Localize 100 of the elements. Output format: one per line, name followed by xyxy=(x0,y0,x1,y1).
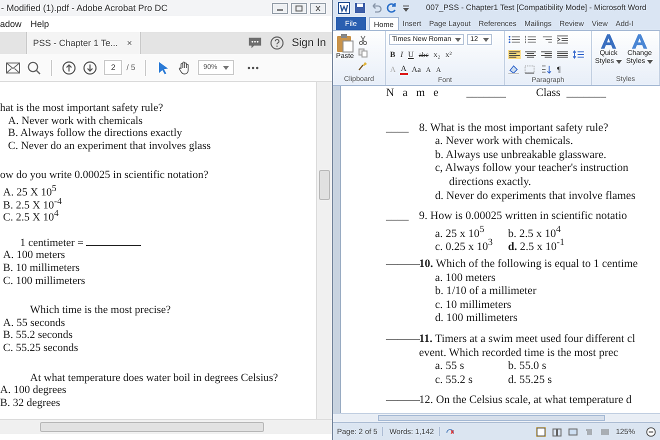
document-text: A. 100 meters xyxy=(3,249,66,262)
hand-icon[interactable] xyxy=(177,60,192,74)
numbering-icon[interactable] xyxy=(524,35,537,44)
proofing-icon[interactable] xyxy=(446,426,456,436)
scrollbar-thumb[interactable] xyxy=(378,415,605,421)
web-layout-icon[interactable] xyxy=(568,426,578,436)
document-tab[interactable]: PSS - Chapter 1 Te... × xyxy=(26,32,142,54)
help-icon[interactable] xyxy=(270,36,284,50)
document-text: b. 55.0 s xyxy=(508,360,546,374)
page-count: / 5 xyxy=(126,63,136,72)
document-text: Class xyxy=(536,87,560,101)
document-text: A. Never work with chemicals xyxy=(8,114,143,128)
multilevel-list-icon[interactable] xyxy=(540,35,553,44)
scissors-icon[interactable] xyxy=(358,35,368,45)
document-text: b. 1/10 of a millimeter xyxy=(435,285,536,298)
customize-icon[interactable] xyxy=(402,4,410,12)
format-button[interactable]: Aa xyxy=(410,65,422,74)
mail-icon[interactable] xyxy=(6,60,20,74)
document-text: C. 100 millimeters xyxy=(3,274,86,288)
document-text: c. 55.2 s xyxy=(435,374,474,388)
tab-close-button[interactable]: × xyxy=(126,38,132,48)
format-button[interactable]: x₂ xyxy=(432,50,442,59)
scrollbar-thumb[interactable] xyxy=(319,170,330,200)
answer-blank: ——— xyxy=(386,332,419,346)
document-text: B. 32 degrees xyxy=(0,396,60,410)
comment-icon[interactable] xyxy=(248,36,262,50)
redo-icon[interactable] xyxy=(386,2,398,14)
maximize-icon[interactable] xyxy=(291,2,307,14)
document-text: 9. How is 0.00025 written in scientific notatio xyxy=(419,210,628,224)
minimize-icon[interactable] xyxy=(272,2,288,14)
styles-icon xyxy=(598,33,619,50)
draft-icon[interactable] xyxy=(600,426,610,436)
show-marks-button[interactable]: ¶ xyxy=(556,65,562,74)
document-text: _______ xyxy=(466,87,506,101)
format-button[interactable]: A xyxy=(400,64,408,75)
document-text: B. 55.2 seconds xyxy=(3,329,73,342)
caret-icon xyxy=(647,60,654,64)
outline-icon[interactable] xyxy=(584,426,594,436)
align-right-icon[interactable] xyxy=(540,50,553,59)
page-down-icon[interactable] xyxy=(83,60,97,74)
document-text: c. 10 millimeters xyxy=(435,298,512,311)
zoom-out-icon[interactable] xyxy=(646,426,656,436)
sign-in-button[interactable]: Sign In xyxy=(292,37,326,49)
document-text: c, Always follow your teacher's instruction xyxy=(435,162,628,174)
answer-blank: ____ xyxy=(386,122,410,136)
menu-item[interactable]: Help xyxy=(30,19,50,29)
align-center-icon[interactable] xyxy=(524,50,537,59)
copy-icon[interactable] xyxy=(358,48,368,58)
caret-icon xyxy=(483,38,490,42)
line-spacing-icon[interactable] xyxy=(572,50,585,59)
save-icon[interactable] xyxy=(354,2,366,14)
clipboard-icon xyxy=(336,33,354,53)
document-text: hat is the most important safety rule? xyxy=(0,102,164,115)
document-text: 8. What is the most important safety rule? xyxy=(419,122,608,136)
indent-icon[interactable] xyxy=(556,35,569,44)
window-title: - Modified (1).pdf - Adobe Acrobat Pro DC xyxy=(1,3,168,13)
format-button[interactable]: x² xyxy=(444,50,453,59)
document-text: C. Never do an experiment that involves glass xyxy=(8,140,211,152)
document-text: d. Never do experiments that involve flames xyxy=(435,190,636,202)
answer-blank: ——— xyxy=(386,258,419,272)
align-left-icon[interactable] xyxy=(508,50,521,59)
sort-icon[interactable] xyxy=(540,65,553,74)
reading-view-icon[interactable] xyxy=(552,426,562,436)
document-text: C. 55.25 seconds xyxy=(3,342,78,354)
document-text: 11. Timers at a swim meet used four different cl xyxy=(419,332,636,346)
document-text: a. 55 s xyxy=(435,360,466,374)
document-text: B. 10 millimeters xyxy=(3,262,80,275)
page-up-icon[interactable] xyxy=(62,60,76,74)
page-number-field[interactable]: 2 xyxy=(104,60,122,75)
document-text: a. 25 x 10$^{5}$ xyxy=(435,224,486,238)
shading-icon[interactable] xyxy=(508,65,521,74)
document-text: N a m e xyxy=(386,87,438,101)
document-text: ow do you write 0.00025 in scientific notation? xyxy=(0,169,208,182)
pointer-icon[interactable] xyxy=(156,60,170,74)
document-text: _______ xyxy=(566,87,606,101)
search-icon[interactable] xyxy=(27,60,41,74)
document-text: d. 2.5 x 10$^{-1}$ xyxy=(508,238,564,251)
caret-icon xyxy=(223,66,230,70)
horizontal-scrollbar[interactable] xyxy=(0,419,332,434)
format-button[interactable]: U xyxy=(407,50,415,59)
print-layout-icon[interactable] xyxy=(536,426,546,436)
styles-icon xyxy=(630,33,650,50)
close-icon[interactable] xyxy=(310,2,326,14)
brush-icon[interactable] xyxy=(358,61,368,71)
format-button[interactable]: I xyxy=(399,50,404,59)
scrollbar-thumb[interactable] xyxy=(40,422,264,432)
document-text: A. 100 degrees xyxy=(0,384,66,397)
more-button[interactable]: ••• xyxy=(247,62,260,72)
word-logo-icon xyxy=(338,2,350,14)
borders-icon[interactable] xyxy=(524,65,537,74)
document-text: d. 100 millimeters xyxy=(435,312,518,324)
justify-icon[interactable] xyxy=(556,50,569,59)
format-button[interactable]: B xyxy=(389,50,396,59)
document-text: directions exactly. xyxy=(449,176,532,188)
document-text: Which time is the most precise? xyxy=(30,304,171,317)
vertical-scrollbar[interactable] xyxy=(316,82,332,419)
bullets-icon[interactable] xyxy=(508,35,521,44)
answer-blank: ____ xyxy=(386,210,410,224)
menu-item[interactable]: adow xyxy=(0,19,22,29)
horizontal-scrollbar[interactable] xyxy=(333,413,660,422)
